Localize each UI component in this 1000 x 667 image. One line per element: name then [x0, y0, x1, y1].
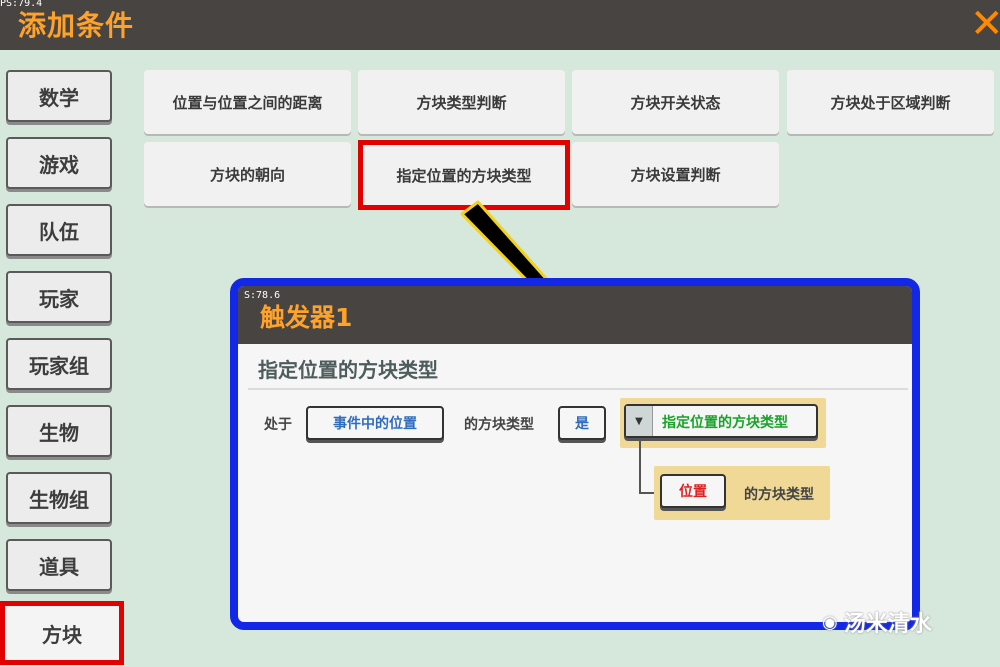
sidebar-item-creature[interactable]: 生物 [6, 405, 112, 457]
condition-distance-button[interactable]: 位置与位置之间的距离 [144, 70, 351, 134]
sidebar-item-team[interactable]: 队伍 [6, 204, 112, 256]
dropdown-value: 指定位置的方块类型 [662, 415, 788, 431]
condition-label: 方块设置判断 [630, 165, 721, 184]
sidebar-item-label: 方块 [42, 622, 82, 647]
button-label: 事件中的位置 [333, 416, 417, 432]
wechat-icon: ◉ [822, 611, 838, 633]
condition-block-type-button[interactable]: 方块类型判断 [358, 70, 565, 134]
condition-label: 方块的朝向 [209, 165, 285, 184]
sidebar-item-block[interactable]: 方块 [0, 601, 124, 665]
popup-subtitle: 指定位置的方块类型 [258, 358, 438, 382]
sidebar-item-game[interactable]: 游戏 [6, 137, 112, 189]
sidebar-item-label: 道具 [39, 554, 79, 579]
category-sidebar: 数学 游戏 队伍 玩家 玩家组 生物 生物组 道具 方块 [0, 58, 124, 667]
popup-header: S:78.6 触发器1 [238, 286, 912, 344]
button-label: 位置 [679, 484, 707, 500]
sidebar-item-label: 生物 [39, 420, 79, 445]
sidebar-item-label: 队伍 [39, 219, 79, 244]
condition-block-facing-button[interactable]: 方块的朝向 [144, 142, 351, 206]
sub-block-type-label: 的方块类型 [744, 487, 814, 503]
watermark-text: 汤米清水 [843, 612, 932, 637]
condition-block-area-button[interactable]: 方块处于区域判断 [787, 70, 994, 134]
sidebar-item-math[interactable]: 数学 [6, 70, 112, 122]
block-type-label: 的方块类型 [464, 417, 534, 433]
sidebar-item-player[interactable]: 玩家 [6, 271, 112, 323]
sidebar-item-player-group[interactable]: 玩家组 [6, 338, 112, 390]
condition-block-switch-button[interactable]: 方块开关状态 [572, 70, 779, 134]
condition-label: 位置与位置之间的距离 [172, 93, 323, 112]
sidebar-item-label: 生物组 [29, 487, 89, 512]
condition-label: 指定位置的方块类型 [396, 166, 532, 185]
condition-label: 方块开关状态 [630, 93, 721, 112]
sidebar-item-label: 游戏 [39, 152, 79, 177]
is-button[interactable]: 是 [558, 406, 606, 440]
close-icon[interactable]: ✕ [970, 4, 1000, 44]
prefix-label: 处于 [264, 417, 292, 433]
chevron-down-icon[interactable]: ▼ [626, 406, 653, 436]
sidebar-item-label: 玩家组 [29, 353, 89, 378]
tree-connector [639, 438, 641, 494]
block-type-dropdown[interactable]: ▼ 指定位置的方块类型 [624, 404, 818, 438]
condition-block-setting-button[interactable]: 方块设置判断 [572, 142, 779, 206]
popup-title: 触发器1 [260, 303, 353, 332]
trigger-preview-panel: S:78.6 触发器1 指定位置的方块类型 处于 事件中的位置 的方块类型 是 … [230, 278, 920, 630]
window-title: 添加条件 [18, 9, 135, 42]
sidebar-item-creature-group[interactable]: 生物组 [6, 472, 112, 524]
event-position-button[interactable]: 事件中的位置 [306, 406, 444, 440]
tree-connector [639, 492, 655, 494]
sidebar-item-label: 玩家 [39, 286, 79, 311]
sidebar-item-item[interactable]: 道具 [6, 539, 112, 591]
position-param-button[interactable]: 位置 [660, 474, 726, 508]
condition-label: 方块类型判断 [416, 93, 507, 112]
title-bar: PS:79.4 添加条件 ✕ [0, 0, 1000, 50]
button-label: 是 [575, 416, 589, 432]
divider [248, 388, 908, 390]
sidebar-item-label: 数学 [39, 85, 79, 110]
condition-label: 方块处于区域判断 [830, 93, 951, 112]
watermark: ◉ 汤米清水 [822, 606, 932, 638]
